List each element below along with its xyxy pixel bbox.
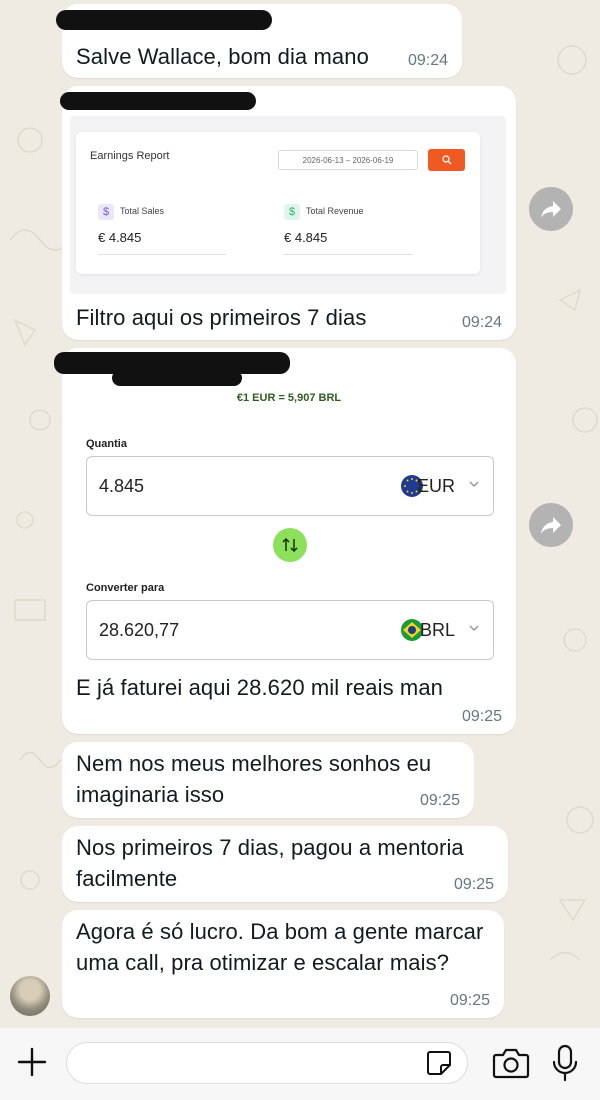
message-text: Salve Wallace, bom dia mano — [76, 44, 369, 69]
total-revenue-label: Total Revenue — [306, 206, 364, 216]
message-text: E já faturei aqui 28.620 mil reais man — [76, 675, 443, 700]
chat-thread: Salve Wallace, bom dia mano 09:24 Earnin… — [0, 0, 600, 1028]
avatar[interactable] — [10, 976, 50, 1016]
swap-button — [273, 528, 307, 562]
message-input-bar — [0, 1028, 600, 1100]
earnings-report-panel: Earnings Report 2026-06-13 – 2026-06-19 … — [76, 132, 480, 274]
stat-divider — [98, 254, 226, 255]
stat-divider — [284, 254, 412, 255]
amount-value: 4.845 — [99, 476, 145, 496]
message-bubble[interactable]: €1 EUR = 5,907 BRL Quantia 4.845 EUR Con… — [54, 348, 516, 734]
dollar-icon: $ — [98, 204, 114, 220]
message-text: Filtro aqui os primeiros 7 dias — [76, 305, 367, 330]
message-time: 09:24 — [461, 314, 502, 331]
total-sales-label: Total Sales — [120, 206, 165, 216]
chevron-down-icon — [469, 625, 479, 632]
message-text: Nos primeiros 7 dias, pagou a mentoria f… — [76, 835, 464, 891]
total-sales-value: € 4.845 — [98, 230, 142, 245]
message-text: Nem nos meus melhores sonhos eu imaginar… — [76, 751, 432, 807]
search-button — [428, 149, 465, 171]
forward-button[interactable] — [529, 187, 573, 231]
forward-icon — [541, 201, 561, 218]
message-bubble[interactable]: Salve Wallace, bom dia mano 09:24 — [56, 4, 462, 78]
currency-converter-image[interactable]: €1 EUR = 5,907 BRL Quantia 4.845 EUR Con… — [62, 378, 516, 678]
converted-field: 28.620,77 BRL — [86, 600, 494, 660]
chevron-down-icon — [469, 481, 479, 488]
sticker-icon[interactable] — [424, 1048, 454, 1078]
swap-icon — [282, 537, 298, 553]
earnings-report-image[interactable]: Earnings Report 2026-06-13 – 2026-06-19 … — [70, 116, 506, 294]
converted-value: 28.620,77 — [99, 620, 180, 640]
message-input[interactable] — [66, 1042, 468, 1084]
message-time: 09:25 — [419, 792, 460, 809]
message-time: 09:24 — [407, 52, 448, 69]
message-bubble[interactable]: Nem nos meus melhores sonhos eu imaginar… — [62, 742, 474, 818]
camera-icon[interactable] — [492, 1046, 530, 1080]
to-currency: BRL — [419, 620, 455, 640]
convert-to-label: Converter para — [86, 582, 165, 594]
dollar-icon: $ — [284, 204, 300, 220]
from-currency: EUR — [416, 476, 455, 496]
earnings-report-title: Earnings Report — [90, 150, 170, 162]
forward-button[interactable] — [529, 503, 573, 547]
search-icon — [441, 155, 451, 165]
message-time: 09:25 — [453, 876, 494, 893]
amount-label: Quantia — [86, 438, 127, 450]
exchange-rate: €1 EUR = 5,907 BRL — [236, 392, 342, 404]
redacted-sender-name — [56, 10, 272, 30]
message-time: 09:25 — [461, 708, 502, 725]
message-bubble[interactable]: Agora é só lucro. Da bom a gente marcar … — [62, 910, 504, 1018]
amount-field: 4.845 EUR — [86, 456, 494, 516]
forward-icon — [541, 517, 561, 534]
message-text: Agora é só lucro. Da bom a gente marcar … — [76, 919, 484, 975]
redacted-sender-name — [60, 92, 256, 110]
plus-icon[interactable] — [14, 1044, 50, 1080]
microphone-icon[interactable] — [550, 1044, 580, 1082]
message-bubble[interactable]: Earnings Report 2026-06-13 – 2026-06-19 … — [60, 86, 516, 340]
message-bubble[interactable]: Nos primeiros 7 dias, pagou a mentoria f… — [62, 826, 508, 902]
date-range-field: 2026-06-13 – 2026-06-19 — [278, 150, 418, 170]
total-revenue-value: € 4.845 — [284, 230, 328, 245]
message-time: 09:25 — [449, 992, 490, 1009]
